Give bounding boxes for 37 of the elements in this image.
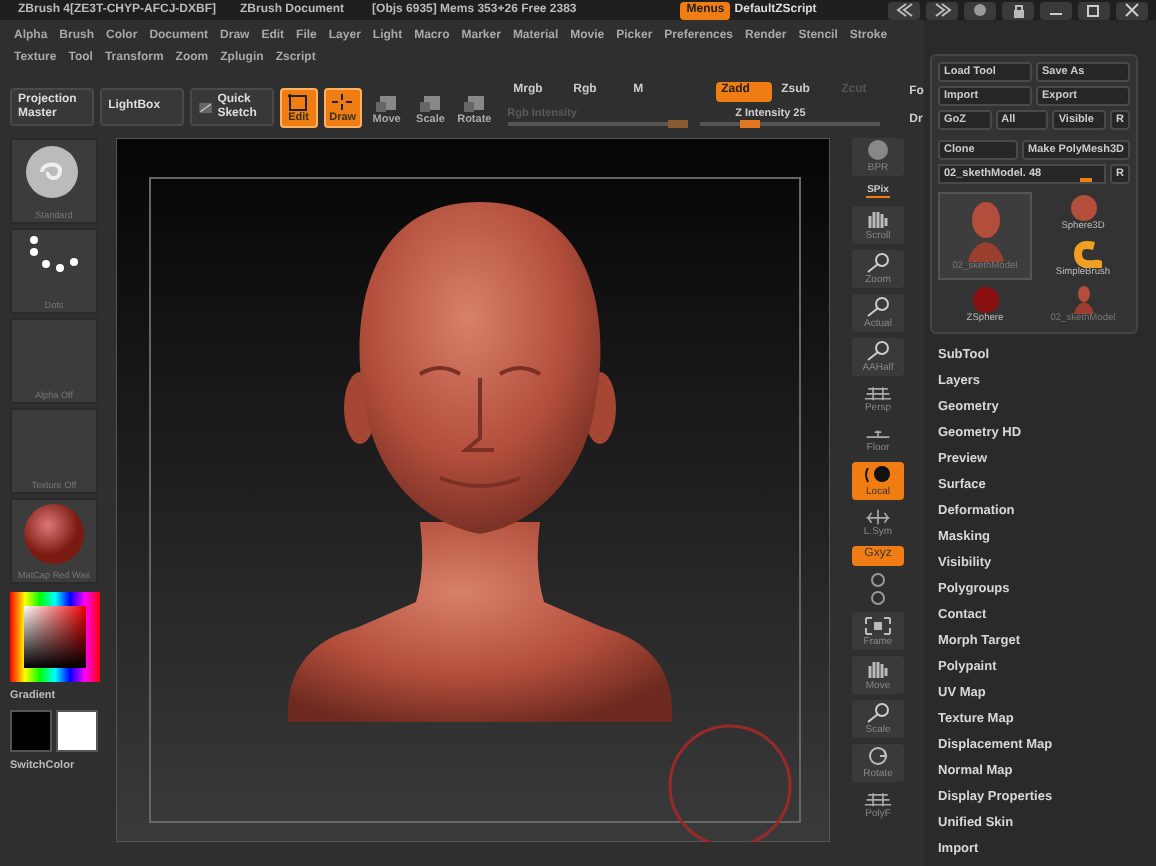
circle-icon xyxy=(968,2,992,18)
slider-handle[interactable] xyxy=(739,120,760,128)
zsphere-icon xyxy=(967,286,1003,314)
color-picker[interactable] xyxy=(10,592,100,682)
double-right-arrow-icon xyxy=(930,2,954,18)
magnifier-icon xyxy=(862,702,894,724)
grid-icon xyxy=(862,384,894,402)
minimize-button[interactable] xyxy=(1040,1,1072,19)
sketch-icon xyxy=(198,97,214,117)
double-left-arrow-icon xyxy=(892,2,916,18)
material-sphere-icon xyxy=(24,504,84,564)
brush-sphere-icon xyxy=(24,144,84,204)
lock-button[interactable] xyxy=(1002,1,1034,19)
circle-button[interactable] xyxy=(964,1,996,19)
double-right-arrow-button[interactable] xyxy=(926,1,958,19)
secondary-color-swatch[interactable] xyxy=(56,710,98,752)
sphere-icon xyxy=(1065,194,1101,222)
main-color-swatch[interactable] xyxy=(10,710,52,752)
restore-button[interactable] xyxy=(1078,1,1110,19)
frame-icon xyxy=(862,614,894,636)
close-button[interactable] xyxy=(1116,1,1148,19)
color-square[interactable] xyxy=(24,606,86,668)
slider-handle[interactable] xyxy=(1079,178,1092,182)
head-model-drawing[interactable] xyxy=(287,202,673,722)
close-icon xyxy=(1120,2,1144,18)
symmetry-icon xyxy=(862,508,894,526)
sphere-icon xyxy=(862,140,894,162)
crosshair-icon xyxy=(330,92,355,112)
grid-icon xyxy=(862,790,894,808)
magnifier-icon xyxy=(862,340,894,362)
crop-frame-icon xyxy=(286,92,311,112)
magnifier-icon xyxy=(862,252,894,274)
magnifier-icon xyxy=(862,296,894,318)
dots-stroke-icon xyxy=(26,234,82,274)
local-sphere-icon xyxy=(862,464,894,486)
double-left-arrow-button[interactable] xyxy=(888,1,920,19)
brush-cursor-icon xyxy=(668,724,792,842)
